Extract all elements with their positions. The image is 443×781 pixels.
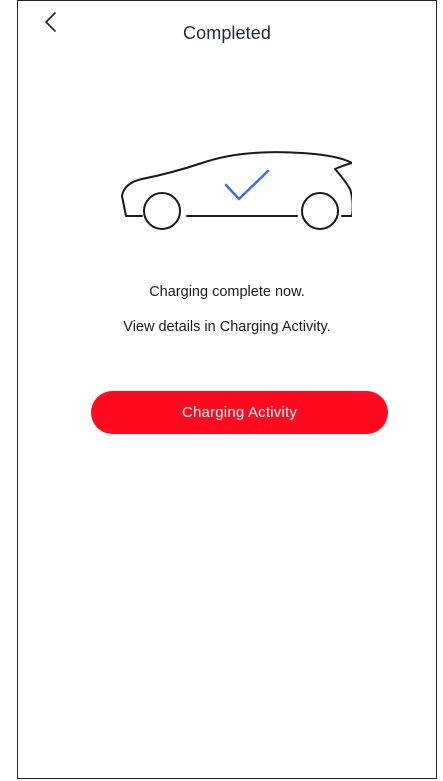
charging-activity-button[interactable]: Charging Activity [91, 391, 388, 434]
car-check-icon [121, 151, 352, 230]
screen-frame: Completed Charging complete now. View de… [17, 0, 437, 779]
page-title: Completed [183, 23, 271, 43]
completion-message: Charging complete now. [149, 284, 305, 300]
details-message: View details in Charging Activity. [123, 319, 331, 335]
